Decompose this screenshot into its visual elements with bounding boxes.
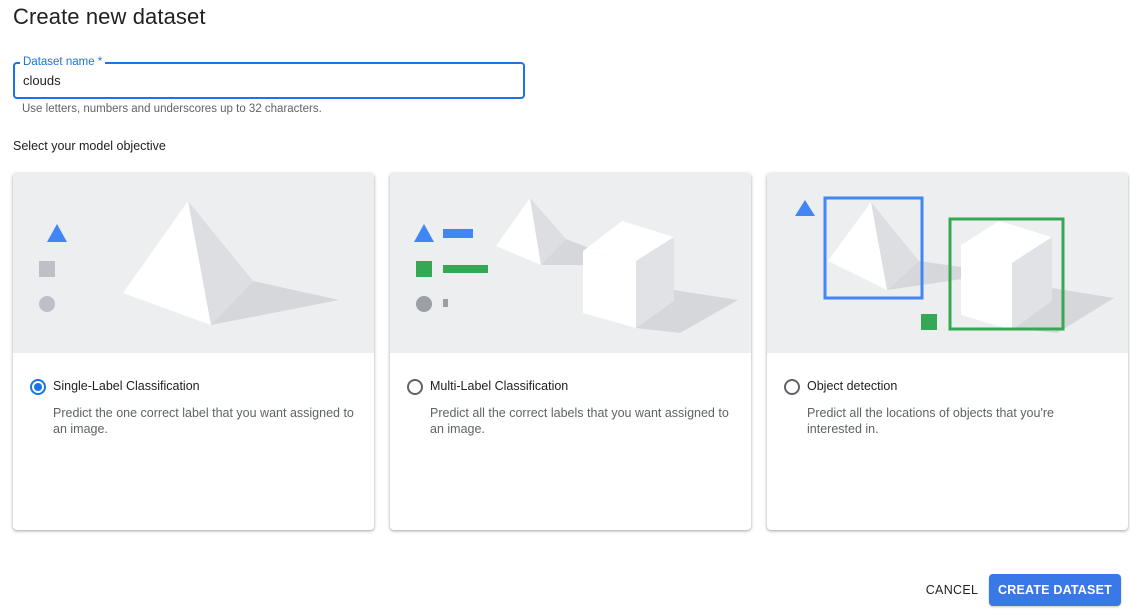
- object-detection-description: Predict all the locations of objects tha…: [807, 406, 1054, 436]
- square-icon: [416, 261, 432, 277]
- single-label-description: Predict the one correct label that you w…: [53, 406, 354, 436]
- objective-card-single-label[interactable]: Single-Label Classification Predict the …: [13, 173, 374, 530]
- single-label-title: Single-Label Classification: [53, 379, 200, 393]
- object-detection-title: Object detection: [807, 379, 898, 393]
- page-title: Create new dataset: [13, 4, 206, 29]
- object-detection-radio[interactable]: [784, 379, 800, 395]
- single-label-illustration: [13, 173, 374, 353]
- green-square-icon: [921, 314, 937, 330]
- create-dataset-button[interactable]: CREATE DATASET: [989, 574, 1121, 606]
- dataset-name-field[interactable]: Dataset name *: [13, 55, 525, 99]
- circle-icon: [416, 296, 432, 312]
- multi-label-description: Predict all the correct labels that you …: [430, 406, 729, 436]
- triangle-icon: [795, 200, 815, 216]
- single-label-radio[interactable]: [30, 379, 46, 395]
- circle-icon: [39, 296, 55, 312]
- triangle-icon: [47, 224, 67, 242]
- objective-card-object-detection[interactable]: Object detection Predict all the locatio…: [767, 173, 1128, 530]
- multi-label-title: Multi-Label Classification: [430, 379, 569, 393]
- objective-section-label: Select your model objective: [13, 139, 166, 153]
- triangle-icon: [414, 224, 434, 242]
- object-detection-illustration: [767, 173, 1128, 353]
- square-icon: [39, 261, 55, 277]
- objective-card-multi-label[interactable]: Multi-Label Classification Predict all t…: [390, 173, 751, 530]
- multi-label-illustration: [390, 173, 751, 353]
- multi-label-radio[interactable]: [407, 379, 423, 395]
- dataset-name-hint: Use letters, numbers and underscores up …: [22, 103, 322, 115]
- dataset-name-input[interactable]: [23, 64, 513, 97]
- cancel-button[interactable]: CANCEL: [918, 574, 986, 606]
